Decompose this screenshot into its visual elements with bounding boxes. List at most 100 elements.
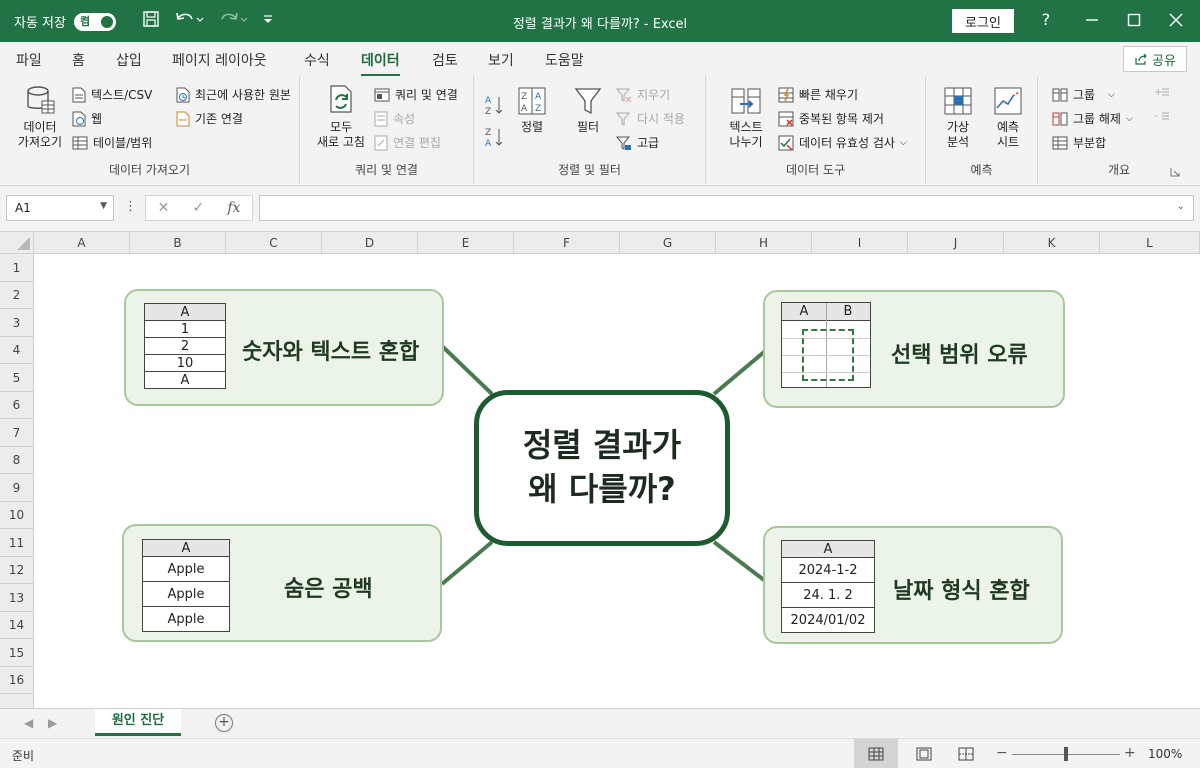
reapply-filter-button[interactable]: 다시 적용 [616,110,685,127]
clear-filter-button[interactable]: 지우기 [616,86,670,103]
column-header-i[interactable]: I [812,232,908,254]
sort-ascending-button[interactable]: AZ [484,94,504,116]
subtotal-button[interactable]: 부분합 [1052,134,1106,151]
confirm-entry-icon[interactable]: ✓ [192,200,204,216]
save-icon[interactable] [142,10,160,28]
row-header-10[interactable]: 10 [0,502,34,529]
table-range-button[interactable]: 테이블/범위 [72,134,152,151]
sort-button[interactable]: ZAAZ 정렬 [512,86,552,135]
row-header-1[interactable]: 1 [0,254,34,282]
row-header-16[interactable]: 16 [0,667,34,694]
column-header-c[interactable]: C [226,232,322,254]
tab-data[interactable]: 데이터 [361,50,400,77]
get-data-button[interactable]: 데이터 가져오기 [8,84,72,150]
tab-formulas[interactable]: 수식 [304,50,330,70]
row-header-11[interactable]: 11 [0,529,34,557]
column-header-g[interactable]: G [620,232,716,254]
column-header-e[interactable]: E [418,232,514,254]
row-header-6[interactable]: 6 [0,392,34,419]
page-layout-view-button[interactable] [902,739,946,768]
data-validation-button[interactable]: 데이터 유효성 검사 ⌵ [778,134,907,151]
web-button[interactable]: 웹 [72,110,102,127]
center-title-line-1: 정렬 결과가 [522,426,682,464]
row-header-3[interactable]: 3 [0,309,34,337]
flash-fill-button[interactable]: 빠른 채우기 [778,86,858,103]
hide-detail-button[interactable]: - [1154,110,1170,122]
minimize-icon[interactable] [1080,10,1104,34]
help-icon[interactable]: ? [1034,10,1058,29]
worksheet-area[interactable]: 정렬 결과가 왜 다를까? A 1 2 10 A 숫자와 텍스트 혼합 A B … [34,254,1200,708]
ungroup-button[interactable]: 그룹 해제 ⌵ [1052,110,1133,127]
tab-page-layout[interactable]: 페이지 레이아웃 [172,50,267,70]
insert-function-icon[interactable]: fx [227,200,240,216]
advanced-filter-button[interactable]: 고급 [616,134,659,151]
forecast-sheet-button[interactable]: 예측 시트 [986,86,1030,150]
column-header-a[interactable]: A [34,232,130,254]
tab-insert[interactable]: 삽입 [116,50,142,70]
existing-connections-button[interactable]: 기존 연결 [176,110,243,127]
zoom-in-icon[interactable]: + [1124,745,1136,761]
normal-view-button[interactable] [854,739,898,768]
more-options-icon[interactable]: ⋮ [124,199,137,214]
row-header-4[interactable]: 4 [0,337,34,364]
text-to-columns-button[interactable]: 텍스트 나누기 [714,86,778,150]
row-header-7[interactable]: 7 [0,419,34,447]
scroll-tabs-left-icon[interactable]: ◀ [24,716,33,730]
remove-duplicates-button[interactable]: 중복된 항목 제거 [778,110,884,127]
tab-file[interactable]: 파일 [16,50,42,70]
row-header-9[interactable]: 9 [0,474,34,502]
sort-descending-button[interactable]: ZA [484,126,504,148]
maximize-icon[interactable] [1122,10,1146,34]
row-header-15[interactable]: 15 [0,639,34,667]
tab-view[interactable]: 보기 [488,50,514,70]
column-header-f[interactable]: F [514,232,620,254]
text-csv-button[interactable]: 텍스트/CSV [72,86,152,103]
row-header-2[interactable]: 2 [0,282,34,309]
undo-icon[interactable] [174,10,204,28]
customize-toolbar-icon[interactable] [262,10,274,28]
row-header-14[interactable]: 14 [0,612,34,639]
row-header-8[interactable]: 8 [0,447,34,474]
column-header-b[interactable]: B [130,232,226,254]
share-button[interactable]: 공유 [1123,46,1187,72]
queries-connections-button[interactable]: 쿼리 및 연결 [374,86,458,103]
expand-formula-icon[interactable]: ⌄ [1177,201,1185,212]
tab-help[interactable]: 도움말 [545,50,584,70]
scroll-tabs-right-icon[interactable]: ▶ [48,716,57,730]
redo-icon[interactable] [218,10,248,28]
name-box[interactable]: A1 ▼ [6,195,114,221]
refresh-all-button[interactable]: 모두 새로 고침 [308,84,374,150]
column-header-j[interactable]: J [908,232,1004,254]
recent-sources-button[interactable]: 최근에 사용한 원본 [176,86,291,103]
row-header-12[interactable]: 12 [0,557,34,584]
filter-button[interactable]: 필터 [568,86,608,135]
column-header-h[interactable]: H [716,232,812,254]
zoom-out-icon[interactable]: − [996,745,1008,761]
show-detail-button[interactable]: + [1154,86,1170,98]
zoom-slider-thumb[interactable] [1064,747,1068,761]
column-header-l[interactable]: L [1100,232,1200,254]
dialog-launcher-icon[interactable] [1170,166,1180,180]
tab-review[interactable]: 검토 [432,50,458,70]
what-if-analysis-button[interactable]: 가상 분석 [936,86,980,150]
add-sheet-button[interactable]: + [215,714,233,732]
formula-input[interactable]: ⌄ [259,195,1194,221]
properties-button[interactable]: 속성 [374,110,415,127]
autosave-toggle[interactable]: 켬 [73,12,116,31]
column-header-k[interactable]: K [1004,232,1100,254]
row-header-13[interactable]: 13 [0,584,34,612]
close-icon[interactable] [1164,10,1188,34]
row-header-5[interactable]: 5 [0,364,34,392]
cancel-entry-icon[interactable]: ✕ [158,200,170,216]
sheet-tab-active[interactable]: 원인 진단 [95,709,181,736]
page-break-view-button[interactable] [944,739,988,768]
edit-links-button[interactable]: 연결 편집 [374,134,441,151]
column-header-d[interactable]: D [322,232,418,254]
login-button[interactable]: 로그인 [952,9,1014,33]
zoom-level[interactable]: 100% [1148,747,1182,761]
select-all-corner[interactable] [0,232,34,254]
group-button[interactable]: 그룹 ⌵ [1052,86,1115,103]
name-box-chevron-icon[interactable]: ▼ [100,201,107,211]
autosave-control[interactable]: 자동 저장 켬 [14,12,116,31]
tab-home[interactable]: 홈 [72,50,85,70]
